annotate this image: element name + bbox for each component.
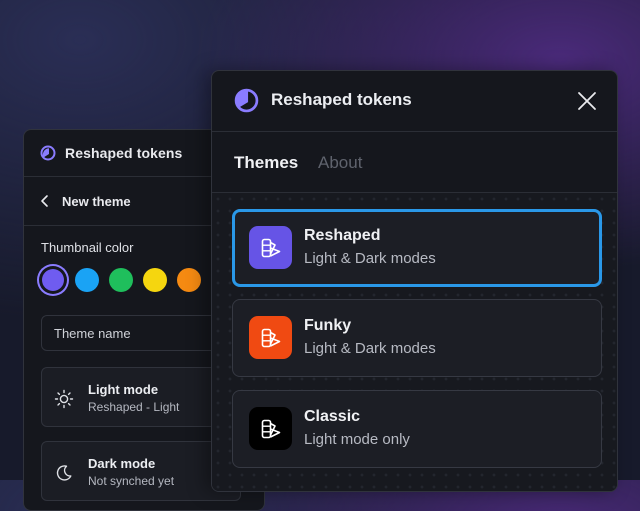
theme-list: Reshaped Light & Dark modes Funky Light …	[212, 193, 617, 491]
palette-icon	[261, 238, 280, 257]
dark-mode-title: Dark mode	[88, 456, 156, 471]
light-mode-subtitle: Reshaped - Light	[88, 400, 180, 414]
theme-description: Light mode only	[304, 431, 410, 448]
dark-mode-subtitle: Not synched yet	[88, 474, 175, 488]
reshaped-logo-icon	[40, 145, 56, 161]
theme-name: Classic	[304, 408, 361, 425]
thumbnail-color-label: Thumbnail color	[41, 240, 134, 255]
front-panel-title: Reshaped tokens	[271, 90, 412, 109]
theme-card-funky[interactable]: Funky Light & Dark modes	[232, 299, 602, 377]
theme-icon-badge	[249, 316, 292, 359]
swatch-blue[interactable]	[75, 268, 99, 292]
themes-panel: Reshaped tokens Themes About Reshaped Li…	[211, 70, 618, 492]
swatch-green[interactable]	[109, 268, 133, 292]
theme-name: Funky	[304, 317, 352, 334]
moon-icon	[56, 465, 72, 481]
reshaped-logo-icon	[234, 88, 259, 113]
swatch-purple[interactable]	[42, 269, 64, 291]
palette-icon	[261, 328, 280, 347]
theme-description: Light & Dark modes	[304, 250, 436, 267]
swatch-orange[interactable]	[177, 268, 201, 292]
theme-card-classic[interactable]: Classic Light mode only	[232, 390, 602, 468]
light-mode-title: Light mode	[88, 382, 159, 397]
palette-icon	[261, 419, 280, 438]
theme-card-reshaped[interactable]: Reshaped Light & Dark modes	[232, 209, 602, 287]
sun-icon	[54, 389, 74, 409]
theme-description: Light & Dark modes	[304, 340, 436, 357]
theme-name-placeholder: Theme name	[54, 325, 131, 341]
theme-name: Reshaped	[304, 227, 381, 244]
tab-bar: Themes About	[212, 132, 617, 193]
back-panel-title: Reshaped tokens	[65, 145, 183, 161]
tab-about[interactable]: About	[318, 153, 362, 173]
new-theme-title: New theme	[62, 193, 131, 209]
theme-icon-badge	[249, 226, 292, 269]
close-icon[interactable]	[576, 90, 598, 112]
front-panel-header: Reshaped tokens	[212, 71, 617, 132]
color-swatches	[41, 268, 201, 292]
theme-icon-badge	[249, 407, 292, 450]
chevron-left-icon[interactable]	[40, 194, 50, 208]
tab-themes[interactable]: Themes	[234, 153, 298, 173]
swatch-yellow[interactable]	[143, 268, 167, 292]
